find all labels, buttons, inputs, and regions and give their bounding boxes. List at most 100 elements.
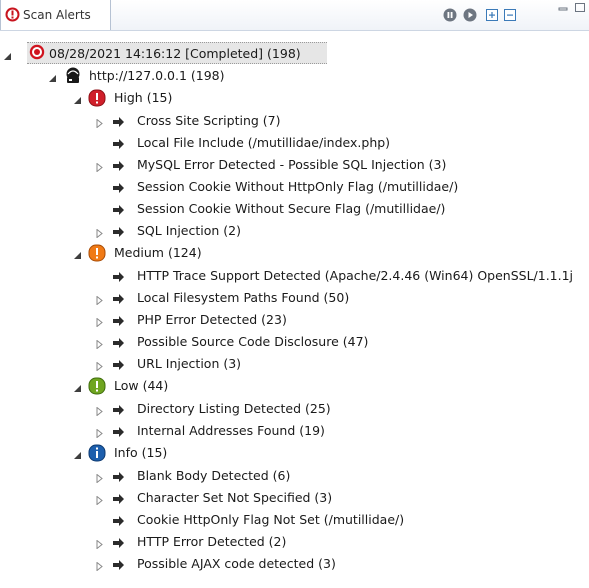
alert-item[interactable]: Internal Addresses Found (19) [0, 420, 589, 442]
tree-node-high[interactable]: High (15) [0, 87, 589, 109]
target-alert-icon [5, 7, 20, 25]
alert-label: Session Cookie Without Secure Flag (/mut… [137, 201, 446, 216]
collapsed-twisty-icon[interactable] [95, 471, 104, 484]
alert-label: HTTP Error Detected (2) [137, 534, 287, 549]
collapsed-twisty-icon[interactable] [95, 493, 104, 506]
tree-node-info[interactable]: Info (15) [0, 442, 589, 464]
alert-label: Directory Listing Detected (25) [137, 401, 331, 416]
alert-item[interactable]: Session Cookie Without HttpOnly Flag (/m… [0, 176, 589, 198]
tree-node-host[interactable]: http://127.0.0.1 (198) [0, 65, 589, 87]
alert-item[interactable]: PHP Error Detected (23) [0, 309, 589, 331]
high-risk-icon [88, 89, 106, 110]
expanded-twisty-icon[interactable] [73, 448, 82, 459]
alert-arrow-icon [113, 558, 125, 573]
alerts-tree[interactable]: 08/28/2021 14:16:12 [Completed] (198) ht… [0, 31, 589, 588]
alert-arrow-icon [113, 137, 125, 152]
pause-icon[interactable] [443, 8, 457, 22]
alert-arrow-icon [113, 425, 125, 440]
collapsed-twisty-icon[interactable] [95, 116, 104, 129]
alert-arrow-icon [113, 181, 125, 196]
alert-arrow-icon [113, 292, 125, 307]
collapsed-twisty-icon[interactable] [95, 226, 104, 239]
collapse-all-icon[interactable] [503, 8, 517, 22]
alert-item[interactable]: Local File Include (/mutillidae/index.ph… [0, 132, 589, 154]
alert-label: Local File Include (/mutillidae/index.ph… [137, 135, 391, 150]
alert-arrow-icon [113, 159, 125, 174]
host-label: http://127.0.0.1 (198) [89, 68, 225, 83]
tree-node-low[interactable]: Low (44) [0, 375, 589, 397]
alert-item[interactable]: Local Filesystem Paths Found (50) [0, 287, 589, 309]
scan-label: 08/28/2021 14:16:12 [Completed] (198) [49, 46, 301, 61]
info-risk-icon [88, 444, 106, 465]
alert-label: URL Injection (3) [137, 356, 242, 371]
alert-item[interactable]: SQL Injection (2) [0, 220, 589, 242]
collapsed-twisty-icon[interactable] [95, 559, 104, 572]
collapsed-twisty-icon[interactable] [95, 293, 104, 306]
tab-scan-alerts[interactable]: Scan Alerts [0, 0, 111, 30]
alert-label: Cookie HttpOnly Flag Not Set (/mutillida… [137, 512, 405, 527]
alert-arrow-icon [113, 470, 125, 485]
alert-item[interactable]: Character Set Not Specified (3) [0, 487, 589, 509]
play-icon[interactable] [463, 8, 477, 22]
tab-label: Scan Alerts [23, 8, 91, 22]
alert-label: Possible AJAX code detected (3) [137, 556, 336, 571]
alert-arrow-icon [113, 403, 125, 418]
alert-label: Session Cookie Without HttpOnly Flag (/m… [137, 179, 459, 194]
alert-item[interactable]: Session Cookie Without Secure Flag (/mut… [0, 198, 589, 220]
alert-item[interactable]: Cross Site Scripting (7) [0, 110, 589, 132]
collapsed-twisty-icon[interactable] [95, 315, 104, 328]
expanded-twisty-icon[interactable] [73, 381, 82, 392]
alert-item[interactable]: Cookie HttpOnly Flag Not Set (/mutillida… [0, 509, 589, 531]
expanded-twisty-icon[interactable] [73, 248, 82, 259]
alert-label: Cross Site Scripting (7) [137, 113, 281, 128]
minimize-view-icon[interactable] [557, 3, 571, 17]
alert-arrow-icon [113, 270, 125, 285]
alert-label: MySQL Error Detected - Possible SQL Inje… [137, 157, 447, 172]
alert-arrow-icon [113, 225, 125, 240]
alert-arrow-icon [113, 203, 125, 218]
alert-label: PHP Error Detected (23) [137, 312, 287, 327]
collapsed-twisty-icon[interactable] [95, 337, 104, 350]
alert-arrow-icon [113, 314, 125, 329]
alert-label: Local Filesystem Paths Found (50) [137, 290, 350, 305]
expanded-twisty-icon[interactable] [3, 49, 12, 60]
alert-item[interactable]: HTTP Error Detected (2) [0, 531, 589, 553]
collapsed-twisty-icon[interactable] [95, 160, 104, 173]
low-label: Low (44) [114, 378, 169, 393]
expanded-twisty-icon[interactable] [73, 93, 82, 104]
alert-item[interactable]: Directory Listing Detected (25) [0, 398, 589, 420]
alert-label: Blank Body Detected (6) [137, 468, 291, 483]
alert-item[interactable]: Blank Body Detected (6) [0, 465, 589, 487]
medium-label: Medium (124) [114, 245, 202, 260]
alert-item[interactable]: URL Injection (3) [0, 353, 589, 375]
high-label: High (15) [114, 90, 173, 105]
alert-arrow-icon [113, 336, 125, 351]
expanded-twisty-icon[interactable] [48, 71, 57, 82]
alert-item[interactable]: Possible AJAX code detected (3) [0, 553, 589, 575]
medium-risk-icon [88, 244, 106, 265]
alert-label: Internal Addresses Found (19) [137, 423, 325, 438]
view-tab-bar: Scan Alerts [0, 0, 589, 31]
tree-node-medium[interactable]: Medium (124) [0, 242, 589, 264]
maximize-view-icon[interactable] [574, 1, 588, 15]
alert-item[interactable]: Possible Source Code Disclosure (47) [0, 331, 589, 353]
collapsed-twisty-icon[interactable] [95, 537, 104, 550]
collapsed-twisty-icon[interactable] [95, 359, 104, 372]
alert-arrow-icon [113, 514, 125, 529]
collapsed-twisty-icon[interactable] [95, 426, 104, 439]
alert-arrow-icon [113, 492, 125, 507]
alert-label: Character Set Not Specified (3) [137, 490, 333, 505]
alert-label: Possible Source Code Disclosure (47) [137, 334, 369, 349]
alert-arrow-icon [113, 115, 125, 130]
collapsed-twisty-icon[interactable] [95, 404, 104, 417]
alert-label: SQL Injection (2) [137, 223, 241, 238]
alert-item[interactable]: HTTP Trace Support Detected (Apache/2.4.… [0, 265, 589, 287]
scan-target-icon [29, 44, 45, 63]
low-risk-icon [88, 377, 106, 398]
alert-label: HTTP Trace Support Detected (Apache/2.4.… [137, 268, 574, 283]
alert-item[interactable]: MySQL Error Detected - Possible SQL Inje… [0, 154, 589, 176]
alert-arrow-icon [113, 358, 125, 373]
expand-all-icon[interactable] [485, 8, 499, 22]
alert-arrow-icon [113, 536, 125, 551]
tree-node-scan[interactable]: 08/28/2021 14:16:12 [Completed] (198) [4, 42, 327, 64]
